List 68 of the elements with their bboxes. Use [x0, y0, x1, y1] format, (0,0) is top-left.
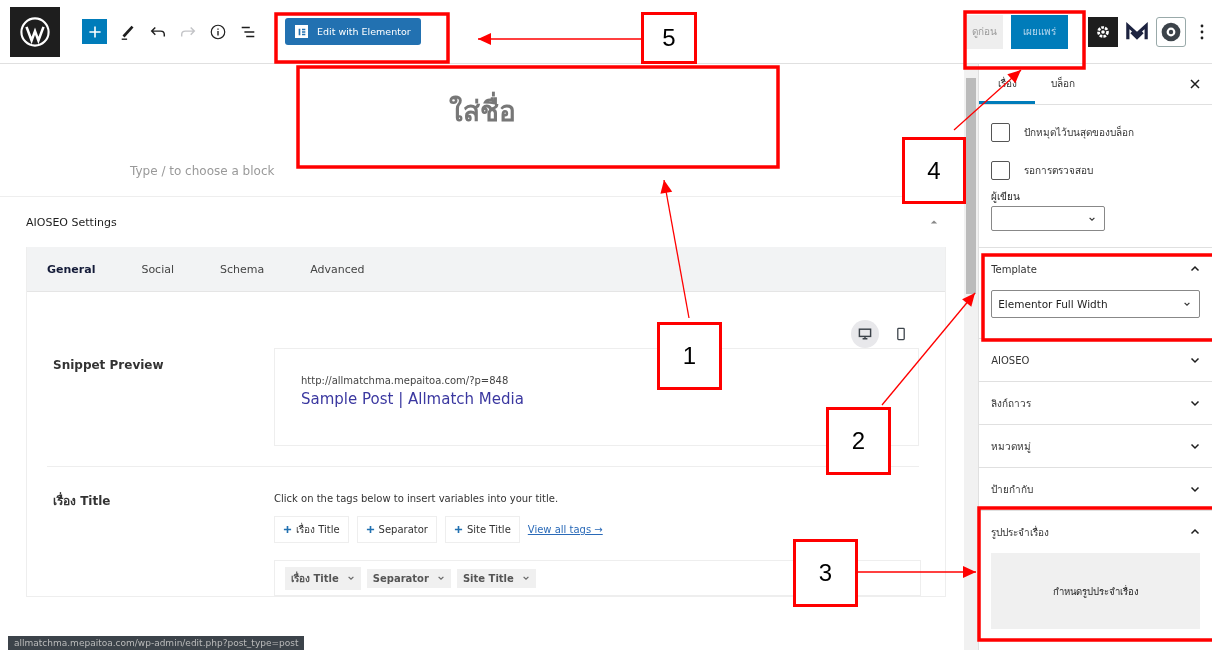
chevron-down-icon[interactable]: [346, 574, 355, 582]
callout-number: 2: [826, 407, 891, 475]
caret-icon[interactable]: [1190, 355, 1200, 365]
caret-icon[interactable]: [1190, 441, 1200, 451]
set-featured-image-button[interactable]: กำหนดรูปประจำเรื่อง: [991, 553, 1200, 629]
tab[interactable]: General: [47, 262, 106, 276]
plus-icon: [365, 525, 375, 534]
plugin-button[interactable]: [1156, 16, 1186, 47]
annotation-arrow: [953, 69, 1022, 131]
variable-token[interactable]: Separator: [366, 568, 451, 588]
tab[interactable]: Social: [141, 262, 185, 276]
desktop-icon[interactable]: [851, 320, 880, 348]
panel-title: AIOSEO Settings: [26, 215, 117, 229]
variable-token[interactable]: เรื่อง Title: [285, 566, 361, 590]
close-icon[interactable]: [1190, 79, 1200, 89]
chevron-down-icon[interactable]: [521, 574, 530, 582]
add-block-button[interactable]: [82, 19, 107, 44]
field-label: เรื่อง Title: [53, 491, 112, 510]
tag-button[interactable]: Separator: [356, 516, 437, 543]
caret-icon[interactable]: [1190, 398, 1200, 408]
panel-title[interactable]: ลิงก์ถาวร: [991, 395, 1032, 411]
template-select[interactable]: Elementor Full Width: [991, 290, 1200, 318]
tag-button[interactable]: Site Title: [445, 516, 520, 543]
callout-number: 1: [657, 322, 722, 390]
caret-icon[interactable]: [1190, 484, 1200, 494]
author-label: ผู้เขียน: [991, 190, 1022, 204]
variable-token[interactable]: Site Title: [456, 568, 536, 588]
plus-icon: [86, 23, 103, 40]
caret-icon[interactable]: [1190, 527, 1200, 537]
tab[interactable]: Schema: [220, 262, 275, 276]
panel-title[interactable]: Template: [991, 263, 1037, 275]
tab[interactable]: Advanced: [310, 262, 375, 276]
title-field[interactable]: ใส่ชื่อ: [330, 90, 635, 132]
scrollbar[interactable]: [964, 64, 979, 650]
caret-icon[interactable]: [1190, 264, 1200, 274]
plus-icon: [454, 525, 463, 534]
callout-number: 3: [793, 539, 858, 607]
circle-icon: [1160, 20, 1182, 43]
panel-title[interactable]: รูปประจำเรื่อง: [991, 524, 1050, 540]
sidebar-tab[interactable]: บล็อก: [1035, 64, 1092, 104]
panel-title[interactable]: ป้ายกำกับ: [991, 481, 1034, 497]
m-logo-icon[interactable]: [1126, 21, 1148, 42]
plus-icon: [283, 525, 292, 534]
status-url: allmatchma.mepaitoa.com/wp-admin/edit.php?post_type=post: [8, 636, 305, 650]
checkbox[interactable]: [991, 160, 1011, 180]
hint-text: Click on the tags below to insert variables into your title.: [274, 493, 559, 504]
panel-title[interactable]: AIOSEO: [991, 354, 1030, 366]
field-label: Snippet Preview: [53, 357, 165, 374]
info-icon[interactable]: [209, 22, 227, 41]
author-select[interactable]: [991, 206, 1106, 231]
block-prompt: Type / to choose a block: [130, 164, 275, 178]
snippet-url: http://allmatchma.mepaitoa.com/?p=848: [301, 375, 509, 386]
callout-number: 5: [641, 12, 697, 64]
view-all-tags-link[interactable]: View all tags →: [527, 524, 603, 535]
callout-number: 4: [902, 137, 966, 204]
checkbox[interactable]: [991, 122, 1011, 142]
elementor-logo-icon: [295, 25, 308, 38]
checkbox-label: รอการตรวจสอบ: [1024, 163, 1094, 178]
wordpress-logo-icon[interactable]: [10, 6, 60, 57]
chevron-down-icon: [1183, 300, 1191, 308]
settings-button[interactable]: [1088, 16, 1118, 47]
snippet-title: Sample Post | Allmatch Media: [301, 390, 524, 408]
chevron-down-icon[interactable]: [436, 574, 445, 582]
more-options-icon[interactable]: [1200, 23, 1204, 40]
checkbox-label: ปักหมุดไว้บนสุดของบล็อก: [1024, 124, 1135, 140]
tag-button[interactable]: เรื่อง Title: [274, 516, 349, 543]
panel-title[interactable]: หมวดหมู่: [991, 438, 1032, 454]
edit-with-elementor-button[interactable]: Edit with Elementor: [285, 18, 421, 45]
